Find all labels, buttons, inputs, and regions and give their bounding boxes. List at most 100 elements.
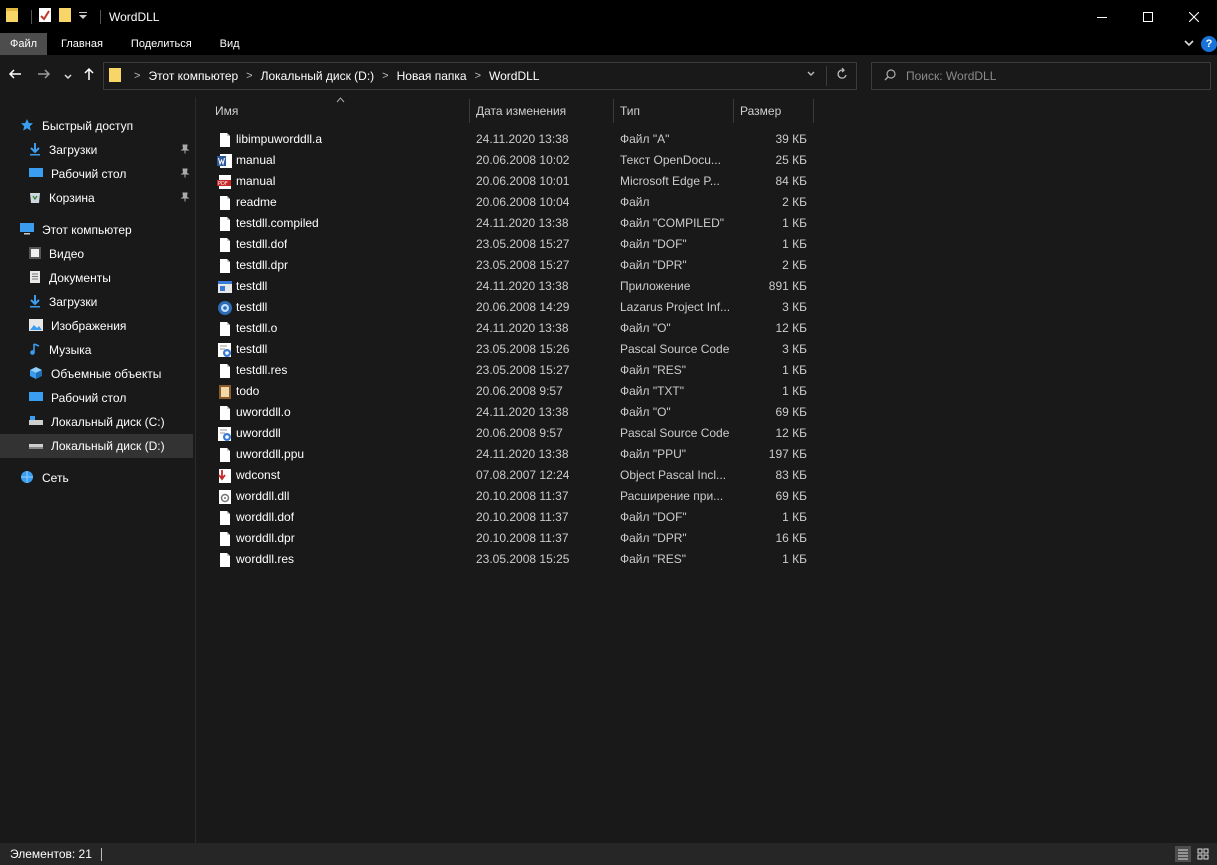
tab-view[interactable]: Вид <box>206 33 254 55</box>
customize-toolbar-icon[interactable] <box>78 10 88 24</box>
chevron-right-icon[interactable]: > <box>475 70 481 82</box>
column-divider[interactable] <box>469 99 470 123</box>
file-type: Приложение <box>620 279 691 293</box>
file-date: 20.06.2008 14:29 <box>476 300 570 314</box>
tab-share[interactable]: Поделиться <box>117 33 206 55</box>
new-folder-icon[interactable] <box>58 7 72 26</box>
sidebar-item-drive-c[interactable]: Локальный диск (C:) <box>0 410 193 434</box>
expand-ribbon-icon[interactable] <box>1183 37 1195 52</box>
close-button[interactable] <box>1171 0 1217 33</box>
file-icon <box>217 447 233 463</box>
sidebar-item-videos[interactable]: Видео <box>0 242 193 266</box>
file-row[interactable]: testdll 20.06.2008 14:29 Lazarus Project I… <box>211 297 817 318</box>
file-size: 12 КБ <box>775 426 807 440</box>
file-row[interactable]: testdll.dof 23.05.2008 15:27 Файл "DOF" 1 К… <box>211 234 817 255</box>
file-size: 83 КБ <box>775 468 807 482</box>
breadcrumb-new-folder[interactable]: Новая папка <box>397 69 467 83</box>
sidebar-item-this-pc[interactable]: Этот компьютер <box>0 218 193 242</box>
tab-home[interactable]: Главная <box>47 33 117 55</box>
file-row[interactable]: testdll 23.05.2008 15:26 Pascal Source Cod… <box>211 339 817 360</box>
sidebar-item-pictures[interactable]: Изображения <box>0 314 193 338</box>
pin-icon[interactable] <box>180 168 190 181</box>
sidebar-item-label: Документы <box>49 271 111 285</box>
column-header-size[interactable]: Размер <box>740 97 781 125</box>
sidebar-item-music[interactable]: Музыка <box>0 338 193 362</box>
file-row[interactable]: readme 20.06.2008 10:04 Файл 2 КБ <box>211 192 817 213</box>
file-type: Pascal Source Code <box>620 342 730 356</box>
sort-ascending-icon <box>336 95 345 105</box>
pin-icon[interactable] <box>180 144 190 157</box>
file-row[interactable]: worddll.dll 20.10.2008 11:37 Расширение пр… <box>211 486 817 507</box>
forward-button[interactable] <box>37 67 51 85</box>
file-row[interactable]: uworddll 20.06.2008 9:57 Pascal Source Cod… <box>211 423 817 444</box>
file-row[interactable]: testdll.compiled 24.11.2020 13:38 Файл "CO… <box>211 213 817 234</box>
file-type: Файл "DOF" <box>620 237 687 251</box>
file-row[interactable]: worddll.dpr 20.10.2008 11:37 Файл "DPR" 16 … <box>211 528 817 549</box>
file-name: manual <box>236 174 276 188</box>
recent-locations-button[interactable] <box>63 69 73 86</box>
search-icon <box>884 68 896 84</box>
column-divider[interactable] <box>733 99 734 123</box>
sidebar-item-desktop[interactable]: Рабочий стол <box>0 386 193 410</box>
pdf-icon: PDF <box>217 174 233 190</box>
address-bar[interactable]: > Этот компьютер > Локальный диск (D:) >… <box>103 62 857 90</box>
file-size: 84 КБ <box>775 174 807 188</box>
file-row[interactable]: worddll.res 23.05.2008 15:25 Файл "RES" 1 К… <box>211 549 817 570</box>
search-input[interactable]: Поиск: WordDLL <box>871 62 1211 90</box>
sidebar-item-drive-d[interactable]: Локальный диск (D:) <box>0 434 193 458</box>
column-header-date[interactable]: Дата изменения <box>476 97 566 125</box>
file-size: 1 КБ <box>782 237 807 251</box>
sidebar-item-desktop-pinned[interactable]: Рабочий стол <box>0 162 193 186</box>
sidebar-item-downloads-pinned[interactable]: Загрузки <box>0 138 193 162</box>
address-history-dropdown[interactable] <box>806 69 816 82</box>
file-row[interactable]: libimpuworddll.a 24.11.2020 13:38 Файл "A"… <box>211 129 817 150</box>
chevron-right-icon[interactable]: > <box>246 70 252 82</box>
breadcrumb-drive-d[interactable]: Локальный диск (D:) <box>261 69 375 83</box>
file-row[interactable]: PDF manual 20.06.2008 10:01 Microsoft Edge … <box>211 171 817 192</box>
file-row[interactable]: todo 20.06.2008 9:57 Файл "TXT" 1 КБ <box>211 381 817 402</box>
sidebar-item-recycle-bin[interactable]: Корзина <box>0 186 193 210</box>
file-row[interactable]: testdll 24.11.2020 13:38 Приложение 891 КБ <box>211 276 817 297</box>
properties-icon[interactable] <box>38 7 52 26</box>
breadcrumb-this-pc[interactable]: Этот компьютер <box>148 69 238 83</box>
file-date: 24.11.2020 13:38 <box>476 216 569 230</box>
chevron-right-icon[interactable]: > <box>382 70 388 82</box>
large-icons-view-icon[interactable] <box>1195 846 1211 862</box>
sidebar-item-network[interactable]: Сеть <box>0 466 193 490</box>
file-date: 20.06.2008 10:01 <box>476 174 570 188</box>
sidebar-item-quick-access[interactable]: Быстрый доступ <box>0 114 193 138</box>
toolbar-divider <box>31 9 32 24</box>
pin-icon[interactable] <box>180 192 190 205</box>
refresh-icon[interactable] <box>836 67 848 84</box>
drive-icon <box>29 415 43 430</box>
file-row[interactable]: manual 20.06.2008 10:02 Текст OpenDocu... 2… <box>211 150 817 171</box>
column-divider[interactable] <box>813 99 814 123</box>
help-icon[interactable]: ? <box>1201 36 1217 52</box>
file-type: Файл "DOF" <box>620 510 687 524</box>
column-header-name[interactable]: Имя <box>215 97 238 125</box>
column-divider[interactable] <box>613 99 614 123</box>
file-row[interactable]: uworddll.ppu 24.11.2020 13:38 Файл "PPU" 19… <box>211 444 817 465</box>
tab-file[interactable]: Файл <box>0 33 48 55</box>
column-header-type[interactable]: Тип <box>620 97 640 125</box>
file-row[interactable]: testdll.res 23.05.2008 15:27 Файл "RES" 1 К… <box>211 360 817 381</box>
file-date: 20.06.2008 10:04 <box>476 195 570 209</box>
file-row[interactable]: testdll.dpr 23.05.2008 15:27 Файл "DPR" 2 К… <box>211 255 817 276</box>
breadcrumb-worddll[interactable]: WordDLL <box>489 69 539 83</box>
navigation-pane: Быстрый доступ Загрузки Рабочий стол Кор… <box>0 97 196 843</box>
minimize-button[interactable] <box>1079 0 1125 33</box>
sidebar-item-documents[interactable]: Документы <box>0 266 193 290</box>
file-type: Расширение при... <box>620 489 724 503</box>
back-button[interactable] <box>8 67 22 85</box>
file-size: 2 КБ <box>782 195 807 209</box>
maximize-button[interactable] <box>1125 0 1171 33</box>
file-row[interactable]: testdll.o 24.11.2020 13:38 Файл "O" 12 КБ <box>211 318 817 339</box>
file-row[interactable]: worddll.dof 20.10.2008 11:37 Файл "DOF" 1 К… <box>211 507 817 528</box>
file-row[interactable]: wdconst 07.08.2007 12:24 Object Pascal Inc… <box>211 465 817 486</box>
sidebar-item-downloads[interactable]: Загрузки <box>0 290 193 314</box>
file-row[interactable]: uworddll.o 24.11.2020 13:38 Файл "O" 69 КБ <box>211 402 817 423</box>
up-button[interactable] <box>82 67 96 85</box>
sidebar-item-3d-objects[interactable]: Объемные объекты <box>0 362 193 386</box>
network-icon <box>20 470 34 487</box>
details-view-icon[interactable] <box>1175 846 1191 862</box>
